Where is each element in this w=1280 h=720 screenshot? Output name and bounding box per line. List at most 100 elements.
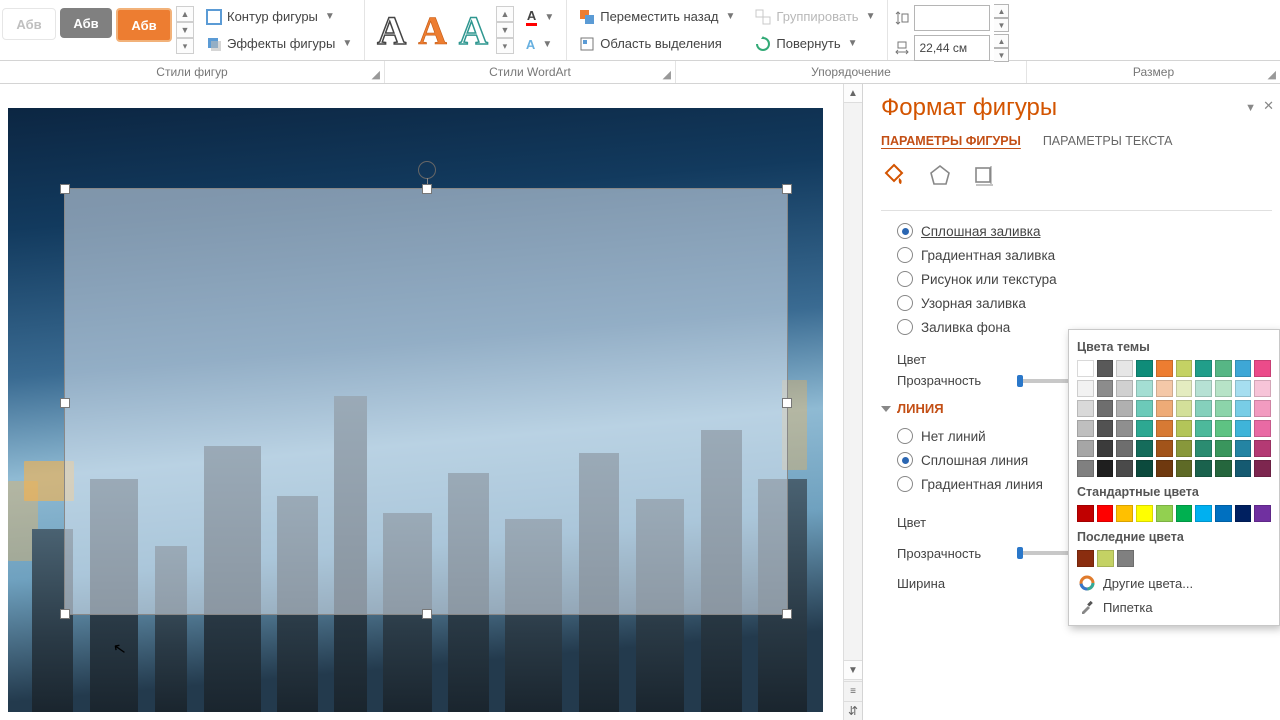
color-swatch[interactable] [1235, 440, 1252, 457]
color-swatch[interactable] [1116, 360, 1133, 377]
color-swatch[interactable] [1116, 505, 1133, 522]
more-colors-button[interactable]: Другие цвета... [1077, 571, 1271, 595]
slide-nav-menu[interactable]: ⇵ [844, 701, 862, 720]
color-swatch[interactable] [1254, 400, 1271, 417]
color-swatch[interactable] [1077, 550, 1094, 567]
color-swatch[interactable] [1215, 440, 1232, 457]
resize-handle-bm[interactable] [422, 609, 432, 619]
resize-handle-tl[interactable] [60, 184, 70, 194]
scroll-down-arrow[interactable]: ▼ [844, 660, 862, 680]
tab-shape-options[interactable]: ПАРАМЕТРЫ ФИГУРЫ [881, 134, 1021, 148]
color-swatch[interactable] [1116, 420, 1133, 437]
width-down[interactable]: ▼ [994, 48, 1009, 62]
color-swatch[interactable] [1195, 400, 1212, 417]
color-swatch[interactable] [1077, 460, 1094, 477]
color-swatch[interactable] [1195, 505, 1212, 522]
color-swatch[interactable] [1136, 420, 1153, 437]
width-input[interactable]: 22,44 см [914, 35, 990, 61]
color-swatch[interactable] [1176, 400, 1193, 417]
shape-style-sample-3[interactable]: Абв [116, 8, 172, 42]
color-swatch[interactable] [1136, 440, 1153, 457]
color-swatch[interactable] [1156, 360, 1173, 377]
color-swatch[interactable] [1254, 440, 1271, 457]
color-swatch[interactable] [1097, 360, 1114, 377]
wordart-more[interactable]: ▾ [496, 38, 514, 54]
resize-handle-bl[interactable] [60, 609, 70, 619]
color-swatch[interactable] [1116, 460, 1133, 477]
shape-style-more[interactable]: ▾ [176, 38, 194, 54]
wordart-scroll-down[interactable]: ▼ [496, 22, 514, 38]
color-swatch[interactable] [1254, 505, 1271, 522]
color-swatch[interactable] [1116, 440, 1133, 457]
color-swatch[interactable] [1176, 380, 1193, 397]
color-swatch[interactable] [1156, 400, 1173, 417]
color-swatch[interactable] [1215, 400, 1232, 417]
color-swatch[interactable] [1235, 380, 1252, 397]
shape-style-sample-1[interactable]: Абв [2, 8, 56, 40]
color-swatch[interactable] [1097, 550, 1114, 567]
fill-gradient-radio[interactable]: Градиентная заливка [897, 243, 1280, 267]
pane-close-button[interactable]: ✕ [1263, 98, 1274, 114]
scroll-up-arrow[interactable]: ▲ [844, 84, 862, 103]
send-backward-button[interactable]: Переместить назад▼ [573, 7, 741, 27]
shape-style-scroll-up[interactable]: ▲ [176, 6, 194, 22]
next-slide-nav[interactable]: ≡ [844, 681, 862, 700]
color-swatch[interactable] [1176, 460, 1193, 477]
color-swatch[interactable] [1156, 505, 1173, 522]
color-swatch[interactable] [1136, 400, 1153, 417]
color-swatch[interactable] [1097, 380, 1114, 397]
eyedropper-button[interactable]: Пипетка [1077, 595, 1271, 619]
shape-styles-launcher[interactable]: ◢ [372, 68, 380, 81]
color-swatch[interactable] [1077, 440, 1094, 457]
color-swatch[interactable] [1254, 460, 1271, 477]
resize-handle-ml[interactable] [60, 398, 70, 408]
color-swatch[interactable] [1215, 360, 1232, 377]
color-swatch[interactable] [1077, 400, 1094, 417]
color-swatch[interactable] [1097, 460, 1114, 477]
fill-pattern-radio[interactable]: Узорная заливка [897, 291, 1280, 315]
effects-tab-icon[interactable] [927, 162, 953, 188]
resize-handle-tm[interactable] [422, 184, 432, 194]
color-swatch[interactable] [1117, 550, 1134, 567]
color-swatch[interactable] [1136, 505, 1153, 522]
height-down[interactable]: ▼ [994, 18, 1009, 32]
vertical-scrollbar[interactable]: ▲ ▼ ≡ ⇵ [843, 84, 862, 720]
color-swatch[interactable] [1254, 380, 1271, 397]
color-swatch[interactable] [1254, 420, 1271, 437]
color-swatch[interactable] [1195, 440, 1212, 457]
slide-canvas[interactable]: ↖ ▲ ▼ ≡ ⇵ [0, 84, 862, 720]
resize-handle-mr[interactable] [782, 398, 792, 408]
wordart-launcher[interactable]: ◢ [663, 68, 671, 81]
color-swatch[interactable] [1077, 380, 1094, 397]
fill-line-tab-icon[interactable] [881, 162, 907, 188]
shape-effects-button[interactable]: Эффекты фигуры ▼ [200, 34, 358, 54]
color-swatch[interactable] [1235, 460, 1252, 477]
color-swatch[interactable] [1116, 400, 1133, 417]
rotate-handle[interactable] [418, 161, 436, 179]
fill-picture-radio[interactable]: Рисунок или текстура [897, 267, 1280, 291]
shape-style-sample-2[interactable]: Абв [60, 8, 112, 38]
color-swatch[interactable] [1097, 400, 1114, 417]
size-properties-tab-icon[interactable] [973, 162, 999, 188]
color-swatch[interactable] [1097, 440, 1114, 457]
color-swatch[interactable] [1136, 460, 1153, 477]
color-swatch[interactable] [1097, 420, 1114, 437]
selected-shape[interactable]: ↖ [64, 188, 788, 615]
size-launcher[interactable]: ◢ [1268, 68, 1276, 81]
color-swatch[interactable] [1235, 505, 1252, 522]
color-swatch[interactable] [1235, 420, 1252, 437]
color-swatch[interactable] [1136, 380, 1153, 397]
pane-options-dropdown[interactable]: ▼ [1245, 102, 1256, 114]
color-swatch[interactable] [1195, 460, 1212, 477]
color-swatch[interactable] [1195, 420, 1212, 437]
color-swatch[interactable] [1235, 400, 1252, 417]
color-swatch[interactable] [1156, 380, 1173, 397]
shape-style-scroll-down[interactable]: ▼ [176, 22, 194, 38]
tab-text-options[interactable]: ПАРАМЕТРЫ ТЕКСТА [1043, 134, 1173, 148]
color-swatch[interactable] [1215, 505, 1232, 522]
color-swatch[interactable] [1176, 420, 1193, 437]
color-swatch[interactable] [1215, 420, 1232, 437]
resize-handle-br[interactable] [782, 609, 792, 619]
selection-pane-button[interactable]: Область выделения [573, 34, 741, 54]
color-swatch[interactable] [1215, 380, 1232, 397]
